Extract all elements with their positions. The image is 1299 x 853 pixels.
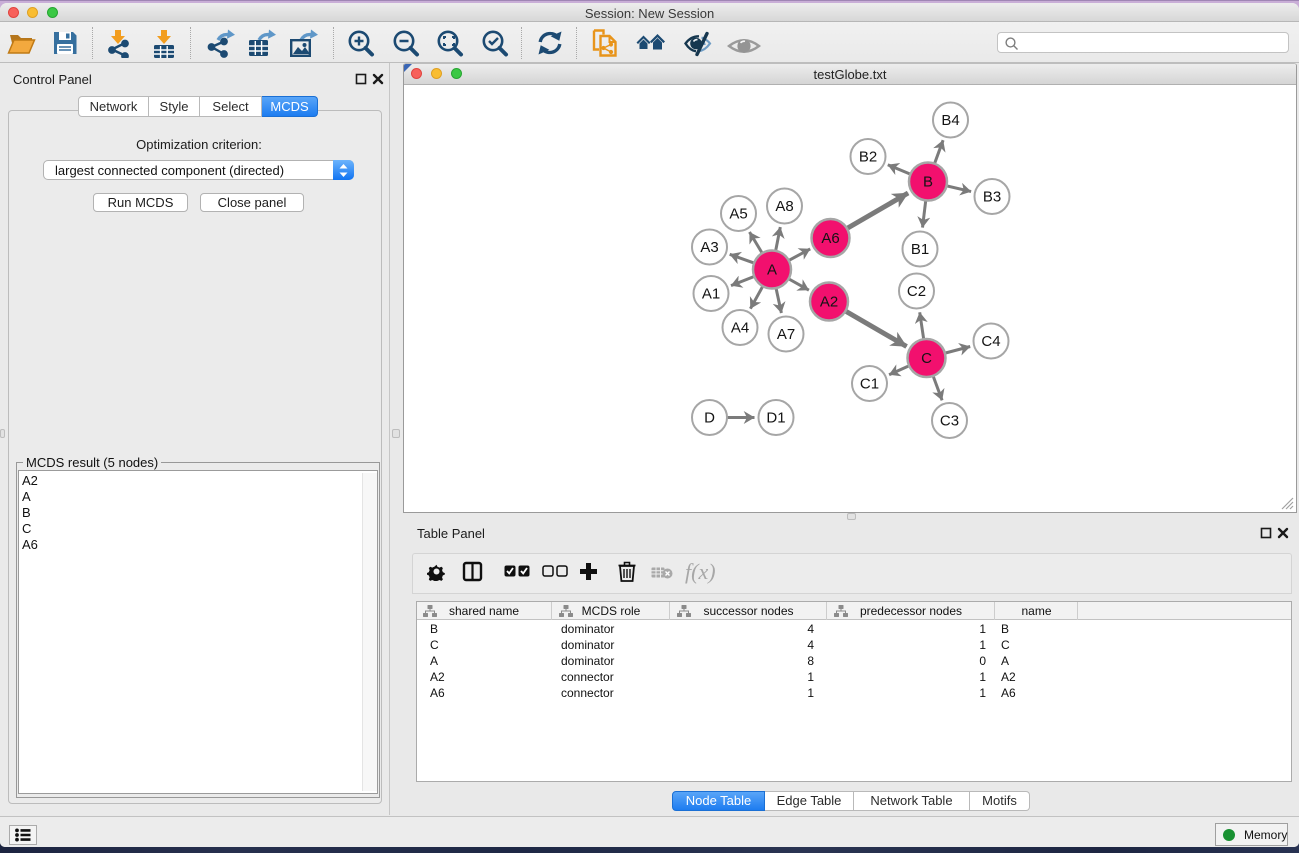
svg-text:C3: C3 (940, 413, 959, 430)
svg-text:C2: C2 (907, 283, 926, 300)
svg-text:B3: B3 (983, 189, 1001, 206)
svg-text:A7: A7 (777, 326, 795, 343)
svg-text:A2: A2 (820, 294, 838, 311)
svg-text:A1: A1 (702, 286, 720, 303)
svg-text:C: C (921, 350, 932, 367)
svg-text:A6: A6 (821, 230, 839, 247)
svg-text:A: A (767, 262, 777, 279)
svg-text:C4: C4 (981, 333, 1000, 350)
svg-text:A5: A5 (729, 206, 747, 223)
svg-text:B: B (923, 174, 933, 191)
svg-text:D: D (704, 410, 715, 427)
svg-text:B4: B4 (941, 112, 959, 129)
svg-text:B2: B2 (859, 149, 877, 166)
svg-text:B1: B1 (911, 241, 929, 258)
svg-text:A8: A8 (775, 198, 793, 215)
svg-text:C1: C1 (860, 376, 879, 393)
svg-text:A4: A4 (731, 320, 749, 337)
svg-text:D1: D1 (766, 410, 785, 427)
svg-text:A3: A3 (700, 239, 718, 256)
